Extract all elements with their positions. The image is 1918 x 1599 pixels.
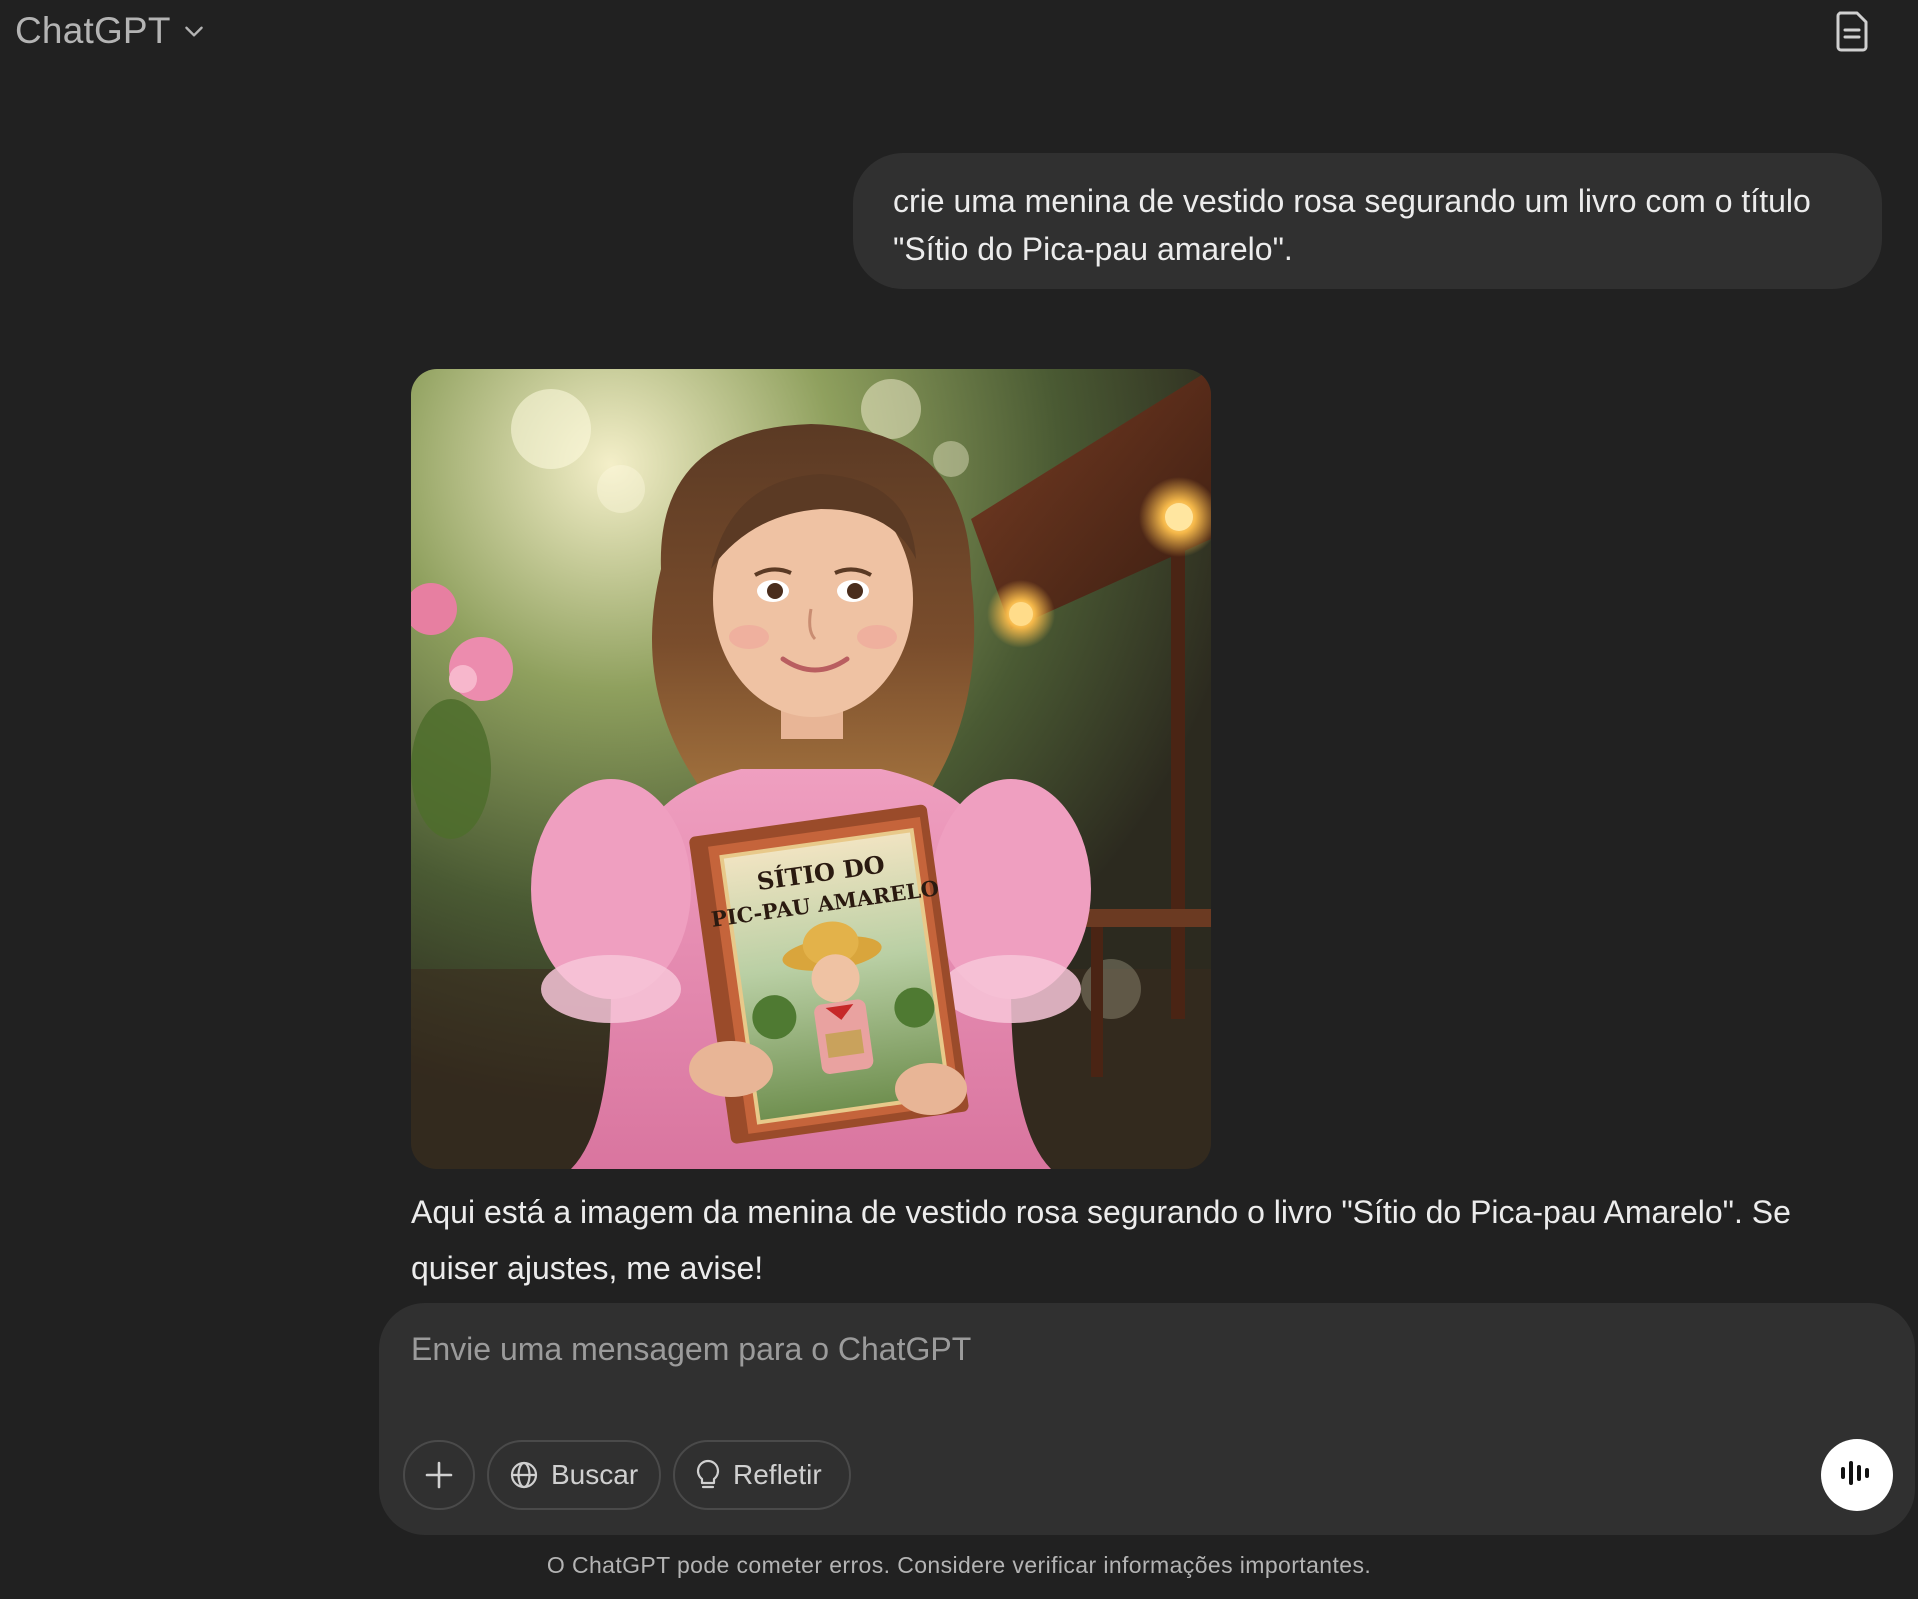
model-name: ChatGPT [15,10,171,51]
search-button[interactable]: Buscar [487,1440,661,1510]
assistant-message: Aqui está a imagem da menina de vestido … [411,1194,1791,1286]
plus-icon [424,1460,454,1490]
document-icon[interactable] [1832,10,1872,52]
globe-icon [509,1460,539,1490]
top-bar: ChatGPT [0,0,1918,64]
lightbulb-icon [695,1459,721,1491]
disclaimer-text: O ChatGPT pode cometer erros. Considere … [546,1552,1372,1578]
message-input[interactable] [411,1331,1811,1368]
generated-image-illustration: SÍTIO DO PIC-PAU AMARELO [411,369,1211,1169]
reason-button[interactable]: Refletir [673,1440,851,1510]
generated-image[interactable]: SÍTIO DO PIC-PAU AMARELO [411,369,1211,1169]
message-composer: Buscar Refletir [379,1303,1915,1535]
chevron-down-icon [181,18,207,44]
model-switcher[interactable]: ChatGPT [15,10,207,52]
voice-mode-button[interactable] [1821,1439,1893,1511]
voice-waveform-icon [1839,1458,1875,1493]
reason-button-label: Refletir [733,1459,822,1490]
search-button-label: Buscar [551,1459,639,1490]
user-message-bubble: crie uma menina de vestido rosa segurand… [853,153,1882,289]
attach-button[interactable] [403,1440,475,1510]
